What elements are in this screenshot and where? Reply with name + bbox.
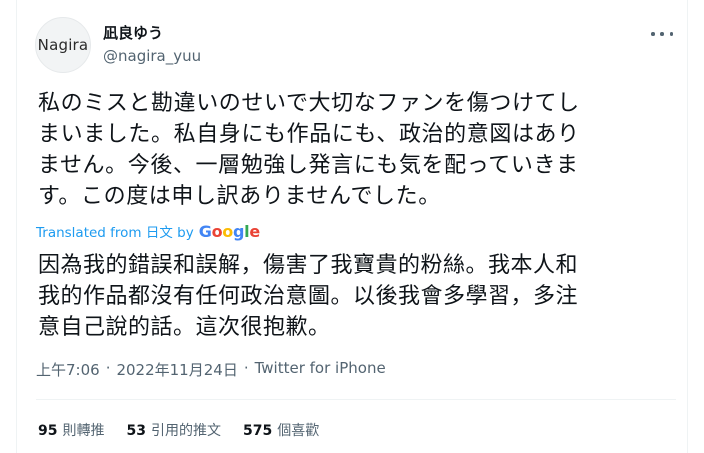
meta-separator: · <box>105 359 111 377</box>
tweet-meta: 上午7:06 · 2022年11月24日 · Twitter for iPhon… <box>36 359 386 380</box>
retweets-label: 則轉推 <box>62 423 105 439</box>
more-dot-icon <box>669 32 673 36</box>
translated-text: 因為我的錯誤和誤解，傷害了我寶貴的粉絲。我本人和 我的作品都沒有任何政治意圖。以… <box>38 250 678 343</box>
tweet-line: まいました。私自身にも作品にも、政治的意図はあり <box>38 122 580 147</box>
tweet-date[interactable]: 2022年11月24日 <box>116 359 237 380</box>
tweet-text: 私のミスと勘違いのせいで大切なファンを傷つけてし まいました。私自身にも作品にも… <box>38 88 678 212</box>
author-display-name[interactable]: 凪良ゆう <box>103 22 163 43</box>
avatar[interactable]: Nagira <box>35 17 91 73</box>
google-logo: Google <box>198 222 260 241</box>
tweet-stats: 95 則轉推 53 引用的推文 575 個喜歡 <box>38 420 319 440</box>
author-handle[interactable]: @nagira_yuu <box>103 47 201 65</box>
translated-from-label: Translated from 日文 by <box>36 225 194 241</box>
quote-tweets-stat[interactable]: 53 引用的推文 <box>126 420 220 440</box>
more-options-button[interactable] <box>651 25 673 43</box>
tweet-line: す。この度は申し訳ありませんでした。 <box>38 184 441 209</box>
divider <box>36 399 676 400</box>
retweets-stat[interactable]: 95 則轉推 <box>38 420 104 440</box>
likes-count: 575 <box>242 423 273 439</box>
more-dot-icon <box>651 32 655 36</box>
tweet-line: ません。今後、一層勉強し発言にも気を配っていきま <box>38 153 579 178</box>
translated-from-link[interactable]: Translated from 日文 by Google <box>36 221 260 241</box>
translation-line: 我的作品都沒有任何政治意圖。以後我會多學習，多注 <box>38 284 579 309</box>
translation-line: 意自己說的話。這次很抱歉。 <box>38 315 331 340</box>
quote-tweets-label: 引用的推文 <box>150 423 221 439</box>
likes-stat[interactable]: 575 個喜歡 <box>243 420 319 440</box>
quote-tweets-count: 53 <box>126 423 146 439</box>
translation-line: 因為我的錯誤和誤解，傷害了我寶貴的粉絲。我本人和 <box>38 253 579 278</box>
tweet-line: 私のミスと勘違いのせいで大切なファンを傷つけてし <box>38 91 580 116</box>
likes-label: 個喜歡 <box>277 423 320 439</box>
meta-separator: · <box>243 359 249 377</box>
retweets-count: 95 <box>38 423 58 439</box>
avatar-text: Nagira <box>37 36 89 54</box>
more-dot-icon <box>660 32 664 36</box>
tweet-time[interactable]: 上午7:06 <box>36 359 100 380</box>
tweet-source[interactable]: Twitter for iPhone <box>255 359 386 380</box>
